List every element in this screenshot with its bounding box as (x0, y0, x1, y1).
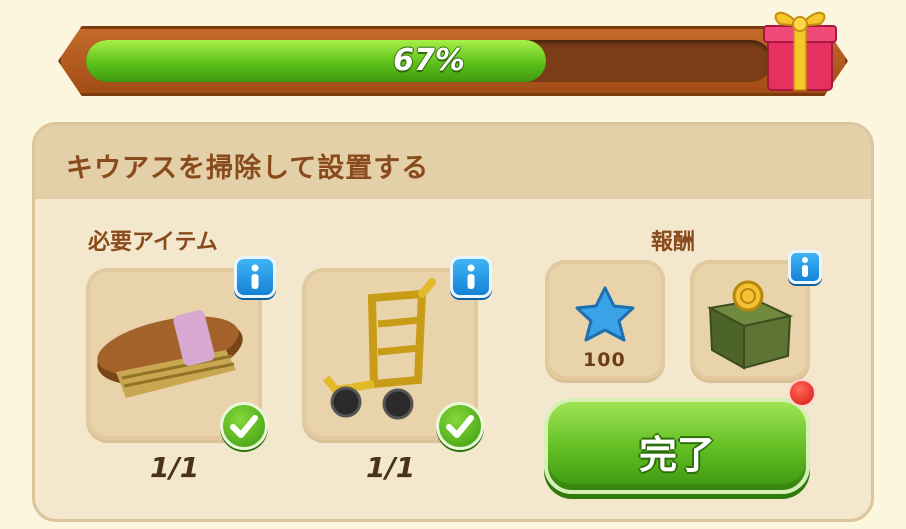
required-item-slot-brush[interactable] (86, 256, 276, 450)
reward-star-value: 100 (583, 349, 626, 371)
reward-slot-star[interactable]: 100 (545, 260, 665, 380)
reward-slot-box[interactable] (690, 250, 822, 380)
required-item-count: 1/1 (366, 451, 416, 484)
required-item-count: 1/1 (150, 451, 200, 484)
info-icon[interactable] (450, 256, 492, 298)
info-icon[interactable] (234, 256, 276, 298)
complete-button-label: 完了 (638, 433, 715, 477)
notification-dot (788, 379, 816, 407)
quest-title: キウアスを掃除して設置する (66, 153, 430, 184)
checkmark-icon (220, 402, 268, 450)
checkmark-icon (436, 402, 484, 450)
complete-button[interactable]: 完了 (544, 398, 810, 494)
reward-label: 報酬 (651, 230, 696, 255)
required-item-slot-hand-truck[interactable] (302, 256, 492, 450)
info-icon[interactable] (788, 250, 822, 284)
progress-percent-label: 67% (393, 43, 465, 78)
required-items-label: 必要アイテム (88, 230, 218, 255)
gift-box-icon[interactable] (760, 0, 840, 96)
